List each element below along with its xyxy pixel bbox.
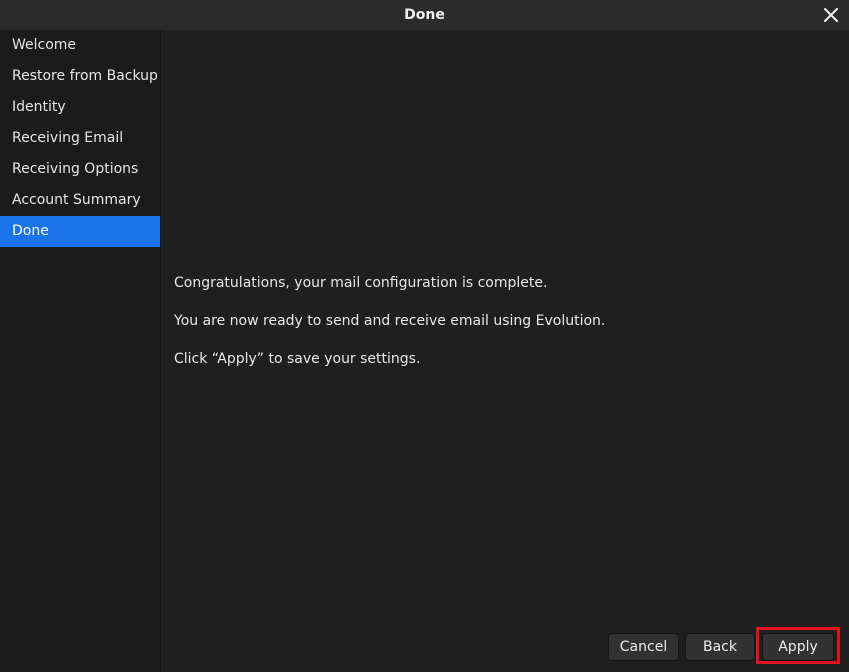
main-content: Congratulations, your mail configuration… <box>161 30 849 672</box>
ready-text: You are now ready to send and receive em… <box>174 313 606 329</box>
title-bar: Done <box>0 0 849 30</box>
congratulations-text: Congratulations, your mail configuration… <box>174 275 548 291</box>
sidebar: Welcome Restore from Backup Identity Rec… <box>0 30 161 672</box>
apply-instruction-text: Click “Apply” to save your settings. <box>174 351 421 367</box>
apply-button[interactable]: Apply <box>762 633 834 661</box>
sidebar-item-receiving-email[interactable]: Receiving Email <box>0 123 160 154</box>
close-icon <box>824 8 838 22</box>
assistant-window: Done Welcome Restore from Backup Identit… <box>0 0 849 672</box>
close-button[interactable] <box>819 3 843 27</box>
cancel-button[interactable]: Cancel <box>608 633 679 661</box>
sidebar-item-account-summary[interactable]: Account Summary <box>0 185 160 216</box>
sidebar-item-done[interactable]: Done <box>0 216 160 247</box>
sidebar-item-restore-from-backup[interactable]: Restore from Backup <box>0 61 160 92</box>
back-button[interactable]: Back <box>685 633 755 661</box>
sidebar-item-identity[interactable]: Identity <box>0 92 160 123</box>
window-title: Done <box>404 7 445 23</box>
sidebar-item-welcome[interactable]: Welcome <box>0 30 160 61</box>
sidebar-item-receiving-options[interactable]: Receiving Options <box>0 154 160 185</box>
